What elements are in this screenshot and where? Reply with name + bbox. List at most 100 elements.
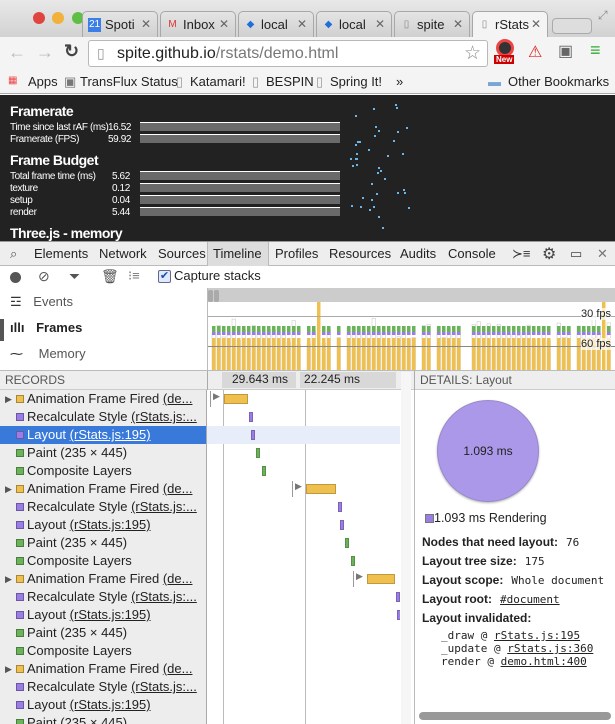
frame-bar-painting[interactable] xyxy=(477,326,481,332)
frame-bar-painting[interactable] xyxy=(527,326,531,332)
record-row[interactable]: Recalculate Style (rStats.js:... xyxy=(0,678,206,696)
record-row[interactable]: Composite Layers xyxy=(0,642,206,660)
browser-tab[interactable]: 21 Spoti ✕ xyxy=(82,11,158,37)
record-source-link[interactable]: (de... xyxy=(163,661,193,676)
clear-icon[interactable]: ⊘ xyxy=(38,268,50,285)
record-source-link[interactable]: (rStats.js:195) xyxy=(70,607,151,622)
record-bar[interactable] xyxy=(340,520,344,530)
frame-bar-painting[interactable] xyxy=(392,326,396,332)
record-bar[interactable] xyxy=(262,466,266,476)
frame-bar-rendering[interactable] xyxy=(512,332,516,335)
frame-bar-painting[interactable] xyxy=(412,326,416,332)
dock-icon[interactable]: ▭ xyxy=(570,246,582,262)
browser-tab[interactable]: ◆ local ✕ xyxy=(316,11,392,37)
frame-bar-painting[interactable] xyxy=(447,326,451,332)
search-icon[interactable]: ⌕ xyxy=(10,246,17,262)
address-bar[interactable]: ▯ spite.github.io/rstats/demo.html ☆ xyxy=(88,40,488,67)
frame-bar-scripting[interactable] xyxy=(507,338,511,370)
frames-overview[interactable]: 30 fps 60 fps xyxy=(207,288,615,370)
horizontal-scrollbar[interactable] xyxy=(419,712,611,720)
record-row[interactable]: Layout (rStats.js:195) xyxy=(0,606,206,624)
record-row[interactable]: Paint (235 × 445) xyxy=(0,624,206,642)
record-source-link[interactable]: (rStats.js:195) xyxy=(70,517,151,532)
frame-bar-painting[interactable] xyxy=(372,326,376,332)
frame-bar-painting[interactable] xyxy=(257,326,261,332)
record-row[interactable]: Composite Layers xyxy=(0,462,206,480)
frame-bar-painting[interactable] xyxy=(472,326,476,332)
frame-bar-painting[interactable] xyxy=(592,326,596,332)
frame-bar-painting[interactable] xyxy=(517,326,521,332)
frame-bar-rendering[interactable] xyxy=(457,332,461,335)
frame-bar-rendering[interactable] xyxy=(227,332,231,335)
frame-bar-scripting[interactable] xyxy=(547,338,551,370)
tab-console[interactable]: Console xyxy=(448,246,496,261)
record-bar[interactable] xyxy=(345,538,349,548)
record-button[interactable] xyxy=(10,272,21,283)
frame-bar-scripting[interactable] xyxy=(397,338,401,370)
bookmark-bespin[interactable]: BESPIN xyxy=(266,74,314,89)
frame-bar-painting[interactable] xyxy=(482,326,486,332)
frame-bar-painting[interactable] xyxy=(507,326,511,332)
frame-bar-scripting[interactable] xyxy=(282,338,286,370)
frame-bar-painting[interactable] xyxy=(557,326,561,332)
expand-triangle-icon[interactable]: ▶ xyxy=(292,481,302,497)
frame-bar-rendering[interactable] xyxy=(362,332,366,335)
frame-bar-scripting[interactable] xyxy=(272,338,276,370)
frame-bar-rendering[interactable] xyxy=(312,332,316,335)
frame-bar-rendering[interactable] xyxy=(442,332,446,335)
frame-bar-rendering[interactable] xyxy=(592,332,596,335)
frame-bar-rendering[interactable] xyxy=(517,332,521,335)
range-handle-right[interactable] xyxy=(214,290,219,302)
frame-bar-scripting[interactable] xyxy=(312,338,316,370)
frame-bar-painting[interactable] xyxy=(227,326,231,332)
frame-bar-rendering[interactable] xyxy=(287,332,291,335)
frame-bar-rendering[interactable] xyxy=(447,332,451,335)
frame-bar-rendering[interactable] xyxy=(392,332,396,335)
frame-bar-painting[interactable] xyxy=(387,326,391,332)
record-source-link[interactable]: (rStats.js:... xyxy=(131,589,197,604)
bookmark-katamari[interactable]: Katamari! xyxy=(190,74,246,89)
record-source-link[interactable]: (rStats.js:... xyxy=(131,679,197,694)
frame-bar-painting[interactable] xyxy=(232,326,236,332)
frame-bar-rendering[interactable] xyxy=(322,332,326,335)
frame-bar-scripting[interactable] xyxy=(292,338,296,370)
frame-bar-scripting[interactable] xyxy=(522,338,526,370)
frame-bar-scripting[interactable] xyxy=(452,338,456,370)
frame-bar-scripting[interactable] xyxy=(482,338,486,370)
frame-bar-scripting[interactable] xyxy=(387,338,391,370)
close-tab-icon[interactable]: ✕ xyxy=(297,17,307,31)
close-tab-icon[interactable]: ✕ xyxy=(375,17,385,31)
record-row[interactable]: ▶ Animation Frame Fired (de... xyxy=(0,480,206,498)
frame-bar-painting[interactable] xyxy=(352,326,356,332)
frame-bar-rendering[interactable] xyxy=(307,332,311,335)
frame-bar-rendering[interactable] xyxy=(582,332,586,335)
frame-bar-painting[interactable] xyxy=(337,326,341,332)
frame-bar-rendering[interactable] xyxy=(537,332,541,335)
frame-bar-scripting[interactable] xyxy=(437,338,441,370)
frame-bar-rendering[interactable] xyxy=(422,332,426,335)
record-row[interactable]: Paint (235 × 445) xyxy=(0,534,206,552)
frame-bar-scripting[interactable] xyxy=(567,338,571,370)
bookmark-transflux[interactable]: TransFlux Status xyxy=(80,74,178,89)
frame-bar-painting[interactable] xyxy=(362,326,366,332)
frame-bar-painting[interactable] xyxy=(487,326,491,332)
frame-bar-painting[interactable] xyxy=(382,326,386,332)
record-bar[interactable] xyxy=(251,430,255,440)
frame-bar-rendering[interactable] xyxy=(282,332,286,335)
frame-bar-rendering[interactable] xyxy=(232,332,236,335)
frame-bar-painting[interactable] xyxy=(397,326,401,332)
frame-bar-rendering[interactable] xyxy=(247,332,251,335)
minimize-window-button[interactable] xyxy=(52,12,64,24)
forward-button[interactable]: → xyxy=(36,42,54,63)
expand-triangle-icon[interactable]: ▶ xyxy=(5,660,12,678)
frame-bar-painting[interactable] xyxy=(297,326,301,332)
frame-bar-rendering[interactable] xyxy=(252,332,256,335)
record-row[interactable]: ▶ Animation Frame Fired (de... xyxy=(0,390,206,408)
frame-bar-rendering[interactable] xyxy=(427,332,431,335)
fullscreen-icon[interactable]: ⤢ xyxy=(598,8,608,23)
frame-bar-rendering[interactable] xyxy=(272,332,276,335)
frame-bar-painting[interactable] xyxy=(242,326,246,332)
frame-bar-rendering[interactable] xyxy=(367,332,371,335)
frame-bar-scripting[interactable] xyxy=(217,338,221,370)
frame-bar-rendering[interactable] xyxy=(357,332,361,335)
